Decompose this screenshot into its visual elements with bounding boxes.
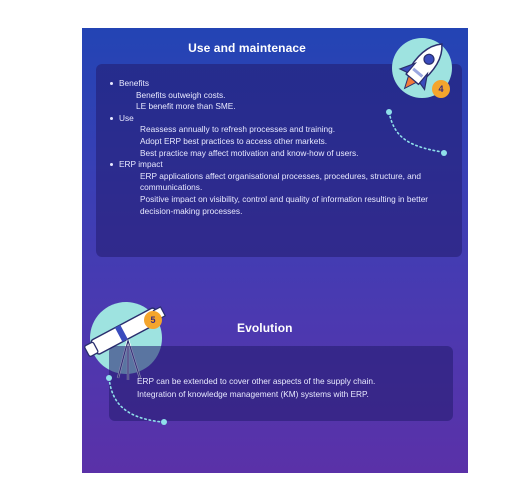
section-title-use-and-maintenance: Use and maintenace [188,41,306,55]
erp-impact-line-1: ERP applications affect organisational p… [140,170,422,193]
erp-impact-line-2: Positive impact on visibility, control a… [140,193,429,216]
rocket-icon [392,38,452,98]
section-title-evolution: Evolution [237,321,293,335]
step-badge-4: 4 [432,80,450,98]
infographic-card: Use and maintenace Benefits Benefits out… [82,28,468,473]
step-badge-5: 5 [144,311,162,329]
dotted-connector-bottom [106,375,167,425]
dotted-connector-top [386,109,447,156]
bullet-label-use: Use [119,112,134,123]
evolution-line-2: Integration of knowledge management (KM)… [137,388,369,399]
bullet-label-erp-impact: ERP impact [119,159,163,170]
evolution-line-1: ERP can be extended to cover other aspec… [137,376,376,386]
bullet-label-benefits: Benefits [119,78,149,88]
bullet-erp-impact: ERP impact ERP applications affect organ… [110,159,440,217]
evolution-text: ERP can be extended to cover other aspec… [137,375,375,400]
